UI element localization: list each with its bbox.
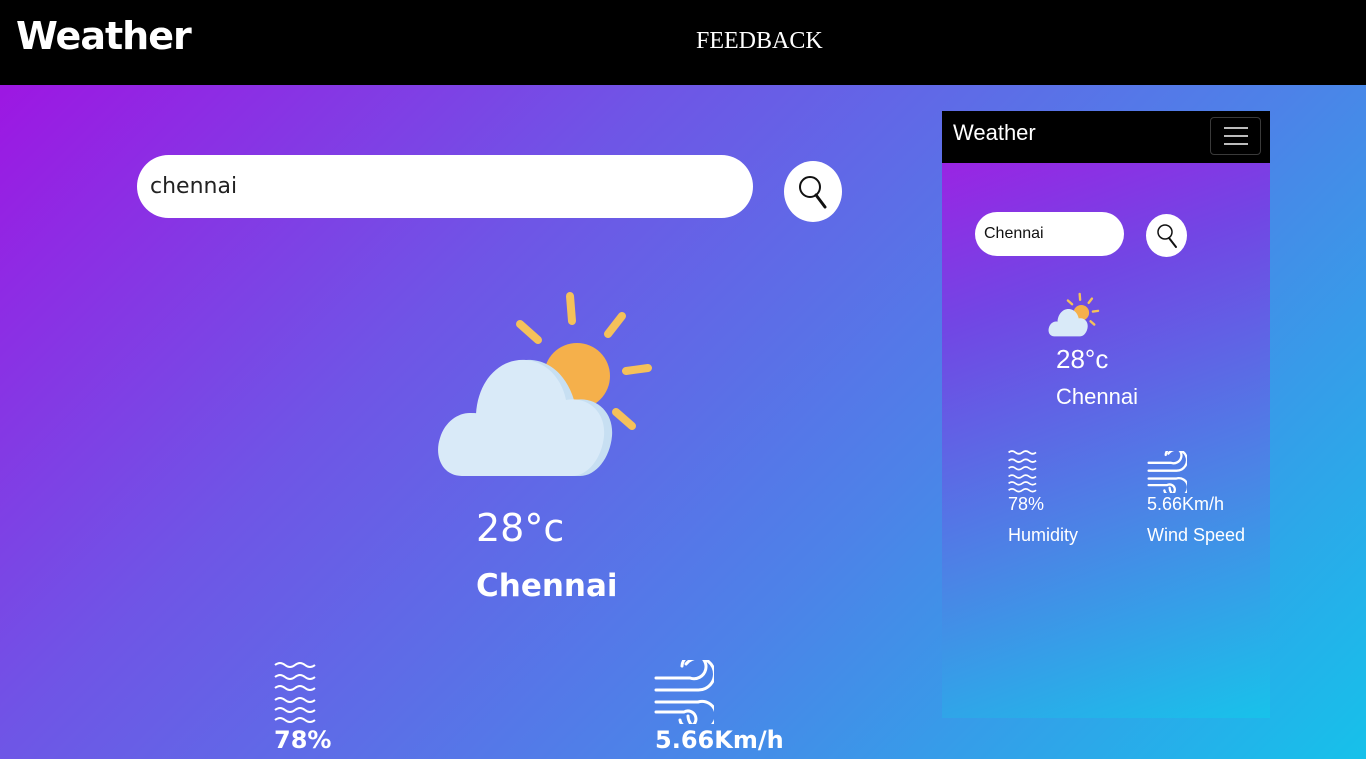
city-search-input[interactable] bbox=[137, 155, 753, 218]
hamburger-menu-icon bbox=[1223, 127, 1248, 129]
mobile-humidity-label: Humidity bbox=[1008, 525, 1079, 545]
wind-speed-value: 5.66Km/h bbox=[655, 726, 784, 754]
mobile-temperature: 28°c bbox=[1056, 344, 1109, 374]
partly-cloudy-icon bbox=[438, 292, 652, 476]
wind-icon bbox=[1147, 451, 1187, 493]
humidity-waves-icon bbox=[274, 662, 316, 723]
city-name: Chennai bbox=[476, 568, 618, 604]
brand-logo[interactable]: Weather bbox=[16, 14, 192, 58]
mobile-preview: Weather 28°c Chennai bbox=[942, 111, 1270, 718]
feedback-link[interactable]: FEEDBACK bbox=[696, 28, 823, 55]
mobile-city-search-input[interactable] bbox=[975, 212, 1124, 256]
humidity-waves-icon bbox=[1008, 450, 1037, 493]
mobile-wind-speed-label: Wind Speed bbox=[1147, 525, 1246, 545]
humidity-value: 78% bbox=[274, 726, 332, 754]
mobile-city-name: Chennai bbox=[1056, 384, 1138, 409]
search-icon bbox=[799, 175, 827, 208]
temperature: 28°c bbox=[476, 506, 565, 550]
search-icon bbox=[1156, 223, 1177, 248]
top-navbar: Weather FEEDBACK bbox=[0, 0, 1366, 85]
mobile-brand-logo[interactable]: Weather bbox=[953, 120, 1036, 146]
hamburger-menu-button[interactable] bbox=[1210, 117, 1261, 155]
mobile-wind-speed-value: 5.66Km/h bbox=[1147, 494, 1225, 514]
mobile-search-button[interactable] bbox=[1146, 214, 1187, 257]
mobile-navbar: Weather bbox=[942, 111, 1270, 163]
mobile-humidity-value: 78% bbox=[1008, 494, 1045, 514]
wind-icon bbox=[654, 660, 714, 724]
partly-cloudy-icon bbox=[1048, 292, 1100, 337]
search-button[interactable] bbox=[784, 161, 842, 222]
